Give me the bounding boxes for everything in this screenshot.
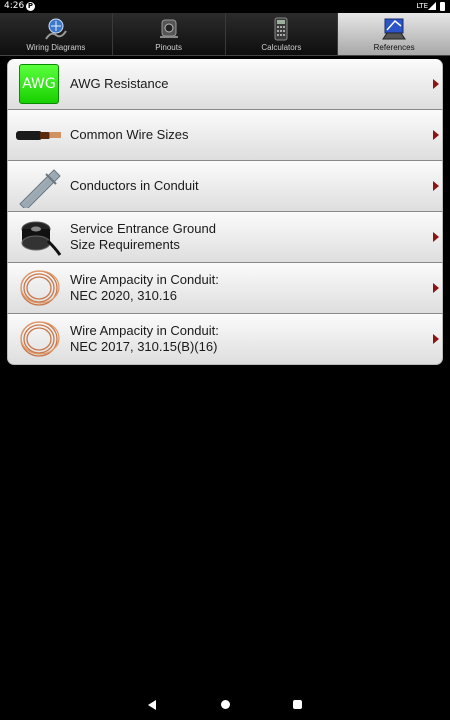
chevron-right-icon	[433, 79, 439, 89]
chevron-right-icon	[433, 181, 439, 191]
list-item-title: Service Entrance Ground Size Requirement…	[70, 212, 422, 262]
list-item-common-wire-sizes[interactable]: Common Wire Sizes	[7, 110, 443, 161]
list-item-line2: NEC 2020, 310.16	[70, 288, 177, 303]
list-item-line2: Size Requirements	[70, 237, 180, 252]
copper-coil-icon	[20, 321, 60, 357]
recents-icon[interactable]	[293, 700, 302, 709]
awg-icon: AWG	[16, 62, 62, 106]
list-item-line2: NEC 2017, 310.15(B)(16)	[70, 339, 218, 354]
list-item-title: Common Wire Sizes	[70, 110, 422, 160]
list-item-line1: Service Entrance Ground	[70, 221, 216, 236]
list-item-line1: Common Wire Sizes	[70, 127, 189, 142]
wiring-diagrams-icon	[45, 18, 67, 40]
calculator-icon	[274, 17, 288, 41]
pinouts-icon	[159, 19, 178, 38]
list-item-conductors-in-conduit[interactable]: Conductors in Conduit	[7, 161, 443, 212]
signal-icon	[428, 2, 436, 10]
chevron-right-icon	[433, 232, 439, 242]
wire-spool-icon	[21, 221, 62, 256]
tab-bar: Wiring Diagrams Pinouts Calculators Refe…	[0, 13, 450, 56]
tab-label: Pinouts	[155, 43, 182, 52]
list-item-title: Conductors in Conduit	[70, 161, 422, 211]
network-type: LTE	[416, 2, 428, 10]
list-item-line1: Wire Ampacity in Conduit:	[70, 323, 219, 338]
battery-icon	[440, 2, 445, 11]
system-navigation-bar	[0, 692, 450, 720]
list-item-line1: Wire Ampacity in Conduit:	[70, 272, 219, 287]
list-item-title: Wire Ampacity in Conduit: NEC 2020, 310.…	[70, 263, 422, 313]
chevron-right-icon	[433, 130, 439, 140]
tab-references[interactable]: References	[338, 13, 450, 55]
references-list: AWG AWG Resistance Common Wire Sizes Con…	[7, 59, 443, 365]
home-icon[interactable]	[221, 700, 230, 709]
list-item-title: Wire Ampacity in Conduit: NEC 2017, 310.…	[70, 314, 422, 364]
back-icon[interactable]	[148, 700, 156, 710]
references-icon	[382, 18, 407, 40]
conduit-pipe-icon	[19, 169, 61, 208]
awg-icon-label: AWG	[19, 64, 59, 104]
list-item-line1: AWG Resistance	[70, 76, 169, 91]
tab-calculators[interactable]: Calculators	[226, 13, 339, 55]
list-item-awg-resistance[interactable]: AWG AWG Resistance	[7, 59, 443, 110]
copper-coil-icon	[20, 270, 60, 306]
status-time: 4:26	[4, 1, 25, 11]
status-bar: 4:26 P LTE	[0, 0, 450, 13]
list-item-ampacity-nec-2020[interactable]: Wire Ampacity in Conduit: NEC 2020, 310.…	[7, 263, 443, 314]
list-item-line1: Conductors in Conduit	[70, 178, 199, 193]
wire-cable-icon	[16, 131, 61, 140]
tab-label: Calculators	[261, 43, 302, 52]
list-item-title: AWG Resistance	[70, 59, 422, 109]
list-item-ampacity-nec-2017[interactable]: Wire Ampacity in Conduit: NEC 2017, 310.…	[7, 314, 443, 365]
notification-app-icon: P	[26, 2, 35, 11]
tab-wiring-diagrams[interactable]: Wiring Diagrams	[0, 13, 113, 55]
list-item-service-entrance-ground[interactable]: Service Entrance Ground Size Requirement…	[7, 212, 443, 263]
tab-label: Wiring Diagrams	[26, 43, 86, 52]
chevron-right-icon	[433, 334, 439, 344]
tab-label: References	[373, 43, 415, 52]
chevron-right-icon	[433, 283, 439, 293]
tab-pinouts[interactable]: Pinouts	[113, 13, 226, 55]
